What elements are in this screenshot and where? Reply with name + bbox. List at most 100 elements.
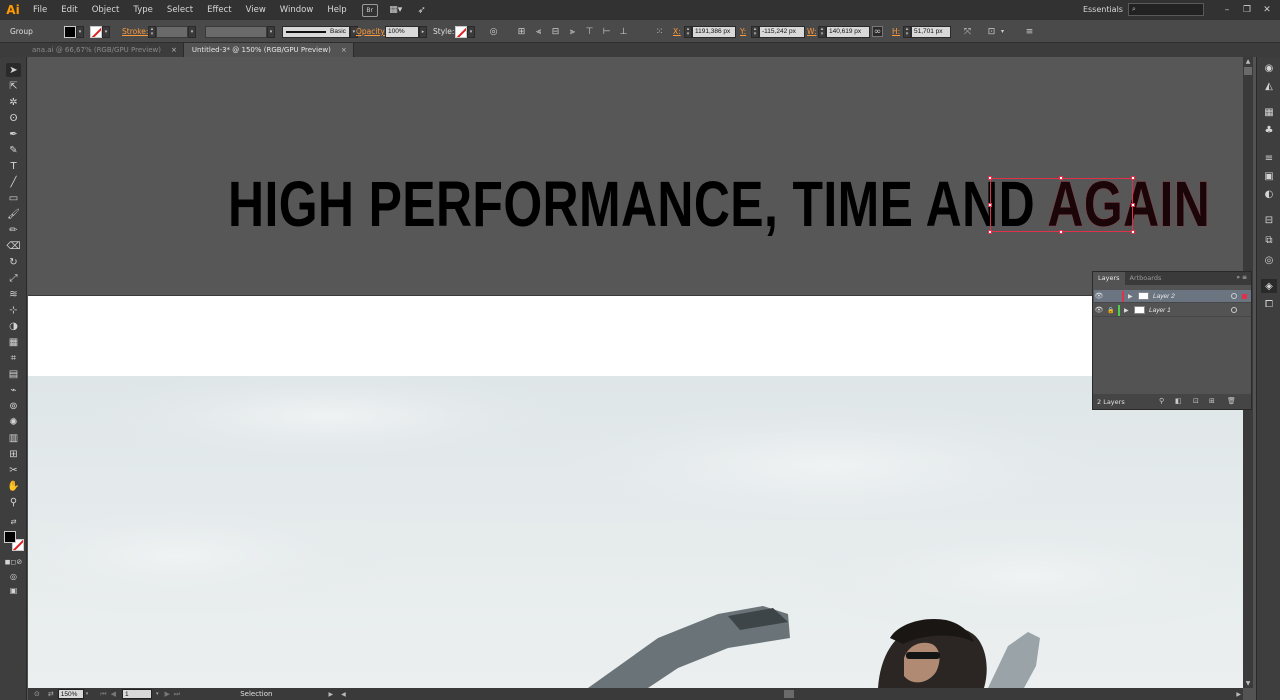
eyedropper-tool-icon[interactable]: ⌁ [6, 383, 21, 397]
layer-name[interactable]: Layer 2 [1153, 293, 1175, 300]
pen-tool-icon[interactable]: ✒ [6, 127, 21, 141]
drawing-mode-icon[interactable]: ◎ [6, 569, 21, 583]
y-value[interactable]: -115,242 px [759, 25, 805, 38]
stroke-label[interactable]: Stroke: [122, 20, 148, 43]
resize-handle[interactable] [988, 176, 992, 180]
status-menu-arrow-icon[interactable]: ▶ [328, 691, 333, 698]
constrain-proportions-icon[interactable]: ∞ [872, 20, 883, 43]
curvature-tool-icon[interactable]: ✎ [6, 143, 21, 157]
hand-tool-icon[interactable]: ✋ [6, 479, 21, 493]
scroll-up-icon[interactable]: ▲ [1243, 57, 1253, 66]
zoom-tool-icon[interactable]: ⚲ [6, 495, 21, 509]
chevron-down-icon[interactable]: ▾ [156, 691, 159, 697]
align-top-icon[interactable]: ⊤ [584, 26, 595, 37]
scroll-right-icon[interactable]: ▶ [1236, 691, 1241, 698]
menu-effect[interactable]: Effect [200, 0, 238, 20]
menu-select[interactable]: Select [160, 0, 200, 20]
create-new-layer-icon[interactable]: ⊞ [1209, 397, 1215, 405]
magic-wand-tool-icon[interactable]: ✲ [6, 95, 21, 109]
opacity-value[interactable]: 100% [385, 25, 419, 38]
lock-icon[interactable]: 🔒 [1106, 307, 1116, 314]
workspace-switcher[interactable]: Essentials▾ [1083, 0, 1132, 21]
resize-handle[interactable] [1131, 203, 1135, 207]
h-value[interactable]: 51,701 px [911, 25, 951, 38]
rotate-tool-icon[interactable]: ↻ [6, 255, 21, 269]
opacity-field[interactable]: 100% ▸ [385, 20, 427, 43]
tab-layers[interactable]: Layers [1093, 272, 1125, 285]
paintbrush-tool-icon[interactable]: 🖌 [6, 207, 21, 221]
selection-tool-icon[interactable]: ➤ [6, 63, 21, 77]
tab-artboards[interactable]: Artboards [1125, 272, 1167, 285]
perspective-grid-tool-icon[interactable]: ▦ [6, 335, 21, 349]
tab-ana[interactable]: ana.ai @ 66,67% (RGB/GPU Preview) × [0, 43, 184, 57]
artboard-number-field[interactable]: 1 [121, 689, 152, 699]
artboard-tool-icon[interactable]: ⊞ [6, 447, 21, 461]
make-clipping-mask-icon[interactable]: ◧ [1175, 397, 1182, 405]
pathfinder-panel-icon[interactable]: ⧉ [1261, 233, 1277, 247]
menu-type[interactable]: Type [126, 0, 160, 20]
align-left-icon[interactable]: ⫷ [533, 26, 544, 37]
transform-icon[interactable]: ⤧ [962, 20, 973, 43]
panel-menu-icon[interactable]: » ≡ [1236, 274, 1247, 281]
panel-menu-icon[interactable]: ≡ [1024, 20, 1035, 43]
expand-triangle-icon[interactable]: ▶ [1128, 293, 1136, 300]
target-circle-icon[interactable] [1231, 293, 1237, 299]
resize-handle[interactable] [1059, 230, 1063, 234]
close-window-button[interactable]: ✕ [1258, 0, 1276, 20]
resize-handle[interactable] [1131, 176, 1135, 180]
shape-builder-tool-icon[interactable]: ◑ [6, 319, 21, 333]
graphic-style-swatch[interactable]: ▾ [455, 20, 475, 43]
horizontal-scroll-thumb[interactable] [784, 690, 794, 698]
tab-untitled-3[interactable]: Untitled-3* @ 150% (RGB/GPU Preview) × [183, 43, 354, 57]
scroll-left-icon[interactable]: ◀ [341, 691, 346, 698]
visibility-eye-icon[interactable]: 👁 [1094, 292, 1104, 300]
x-label[interactable]: X: [673, 20, 681, 43]
previous-artboard-icon[interactable]: ◀ [111, 690, 116, 698]
line-tool-icon[interactable]: ╱ [6, 175, 21, 189]
arrange-documents-button[interactable]: ▦▾ [386, 4, 406, 17]
y-label[interactable]: Y: [740, 20, 746, 43]
resize-handle[interactable] [1131, 230, 1135, 234]
minimize-button[interactable]: – [1218, 0, 1236, 20]
scroll-thumb[interactable] [1244, 67, 1252, 75]
align-bottom-icon[interactable]: ⊥ [618, 26, 629, 37]
gradient-panel-icon[interactable]: ▣ [1261, 169, 1277, 183]
pencil-tool-icon[interactable]: ✏ [6, 223, 21, 237]
expand-triangle-icon[interactable]: ▶ [1124, 307, 1132, 314]
isolate-group-icon[interactable]: ⊡ ▾ [986, 20, 1008, 43]
w-label[interactable]: W: [807, 20, 817, 43]
h-label[interactable]: H: [892, 20, 900, 43]
align-panel-icon[interactable]: ⊟ [1261, 213, 1277, 227]
zoom-level-field[interactable]: 150% [57, 689, 84, 699]
w-value[interactable]: 140,619 px [826, 25, 870, 38]
mesh-tool-icon[interactable]: ⌗ [6, 351, 21, 365]
x-value[interactable]: 1191,386 px [692, 25, 736, 38]
align-to-icon[interactable]: ⊞ [516, 26, 527, 37]
x-field[interactable]: ▴ ▾ 1191,386 px [684, 20, 736, 43]
column-graph-tool-icon[interactable]: ▥ [6, 431, 21, 445]
help-search-input[interactable]: ⌕ [1128, 3, 1204, 16]
close-icon[interactable]: × [341, 46, 347, 54]
fill-stroke-swatches[interactable] [4, 531, 26, 553]
first-artboard-icon[interactable]: ⏮ [100, 690, 106, 699]
eraser-tool-icon[interactable]: ⌫ [6, 239, 21, 253]
stroke-weight-stepper[interactable]: ▴ ▾ ▾ [148, 20, 196, 43]
resize-handle[interactable] [988, 230, 992, 234]
placed-photo[interactable] [28, 376, 1243, 688]
canvas[interactable]: HIGH PERFORMANCE, TIME AND AGAIN [28, 57, 1243, 688]
color-panel-icon[interactable]: ◎ [1261, 253, 1277, 267]
menu-view[interactable]: View [239, 0, 273, 20]
next-artboard-icon[interactable]: ▶ [164, 690, 169, 698]
layer-row-layer-2[interactable]: 👁 ▶ Layer 2 [1094, 290, 1251, 303]
stroke-swatch[interactable]: ▾ [90, 20, 110, 43]
delete-layer-icon[interactable]: 🗑 [1227, 397, 1236, 405]
locate-object-icon[interactable]: ⚲ [1159, 397, 1164, 405]
reference-point-icon[interactable]: ⁙ [654, 20, 665, 43]
selection-bounding-box[interactable] [988, 176, 1135, 234]
direct-selection-tool-icon[interactable]: ⇱ [6, 79, 21, 93]
resize-handle[interactable] [1059, 176, 1063, 180]
type-tool-icon[interactable]: T [6, 159, 21, 173]
w-field[interactable]: ▴ ▾ 140,619 px [818, 20, 870, 43]
align-middle-icon[interactable]: ⊢ [601, 26, 612, 37]
restore-button[interactable]: ❐ [1238, 0, 1256, 20]
